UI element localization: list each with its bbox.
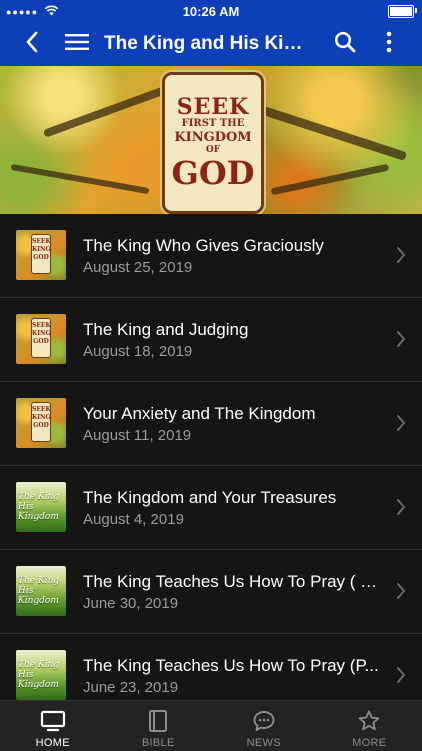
app-bar: The King and His Kingdo... bbox=[0, 22, 422, 66]
thumb-sign: SEEK KING GOD bbox=[31, 318, 51, 358]
item-title: The King Who Gives Graciously bbox=[83, 236, 383, 256]
tab-news[interactable]: NEWS bbox=[211, 701, 317, 751]
item-date: August 25, 2019 bbox=[83, 259, 383, 276]
book-icon bbox=[148, 709, 168, 733]
item-title: The Kingdom and Your Treasures bbox=[83, 488, 383, 508]
item-title: The King Teaches Us How To Pray (P... bbox=[83, 656, 383, 676]
sermon-thumbnail: The King His Kingdom bbox=[16, 566, 66, 616]
thumb-title: The King His Kingdom bbox=[18, 660, 64, 690]
item-date: June 23, 2019 bbox=[83, 679, 383, 696]
seek-first-sign: SEEK FIRST THE KINGDOM OF GOD bbox=[162, 72, 264, 214]
sermon-thumbnail: SEEK KING GOD bbox=[16, 230, 66, 280]
page-title: The King and His Kingdo... bbox=[104, 22, 314, 66]
sermon-thumbnail: The King His Kingdom bbox=[16, 482, 66, 532]
thumb-sign: SEEK KING GOD bbox=[31, 234, 51, 274]
tab-label: HOME bbox=[36, 737, 70, 749]
back-button[interactable] bbox=[14, 22, 50, 66]
list-item[interactable]: The King His Kingdom The King Teaches Us… bbox=[0, 550, 422, 634]
chevron-right-icon bbox=[396, 246, 406, 269]
item-date: August 4, 2019 bbox=[83, 511, 383, 528]
more-vertical-icon bbox=[386, 31, 392, 58]
tv-icon bbox=[40, 709, 66, 733]
item-date: June 30, 2019 bbox=[83, 595, 383, 612]
chevron-right-icon bbox=[396, 414, 406, 437]
tab-more[interactable]: MORE bbox=[317, 701, 422, 751]
tab-label: BIBLE bbox=[142, 737, 175, 749]
tab-label: NEWS bbox=[247, 737, 281, 749]
list-item[interactable]: The King His Kingdom The Kingdom and You… bbox=[0, 466, 422, 550]
hamburger-icon bbox=[65, 33, 89, 56]
list-item[interactable]: SEEK KING GOD Your Anxiety and The Kingd… bbox=[0, 382, 422, 466]
sign-line: KINGDOM bbox=[174, 130, 251, 145]
tree-branch bbox=[43, 82, 177, 137]
bottom-tab-bar: HOME BIBLE NEWS MORE bbox=[0, 700, 422, 751]
list-item[interactable]: The King His Kingdom The King Teaches Us… bbox=[0, 634, 422, 700]
menu-button[interactable] bbox=[60, 22, 94, 66]
list-item[interactable]: SEEK KING GOD The King and Judging Augus… bbox=[0, 298, 422, 382]
status-time: 10:26 AM bbox=[0, 4, 422, 19]
chevron-left-icon bbox=[25, 31, 39, 58]
chevron-right-icon bbox=[396, 498, 406, 521]
sermon-thumbnail: The King His Kingdom bbox=[16, 650, 66, 700]
thumb-sign: SEEK KING GOD bbox=[31, 402, 51, 442]
sign-line: SEEK bbox=[177, 96, 250, 118]
item-title: The King and Judging bbox=[83, 320, 383, 340]
chevron-right-icon bbox=[396, 666, 406, 689]
sign-line: GOD bbox=[172, 156, 255, 190]
tree-branch bbox=[11, 164, 150, 194]
item-title: The King Teaches Us How To Pray ( P... bbox=[83, 572, 383, 592]
item-date: August 11, 2019 bbox=[83, 427, 383, 444]
battery-icon bbox=[388, 5, 414, 18]
sign-line: FIRST THE bbox=[182, 118, 245, 130]
tree-branch bbox=[243, 100, 407, 161]
tree-branch bbox=[271, 164, 390, 196]
chat-bubble-icon bbox=[252, 709, 276, 733]
chevron-right-icon bbox=[396, 330, 406, 353]
sermon-list: SEEK KING GOD The King Who Gives Graciou… bbox=[0, 214, 422, 700]
thumb-title: The King His Kingdom bbox=[18, 576, 64, 606]
chevron-right-icon bbox=[396, 582, 406, 605]
series-banner: SEEK FIRST THE KINGDOM OF GOD bbox=[0, 66, 422, 214]
item-title: Your Anxiety and The Kingdom bbox=[83, 404, 383, 424]
tab-home[interactable]: HOME bbox=[0, 701, 106, 751]
star-icon bbox=[357, 709, 381, 733]
overflow-menu-button[interactable] bbox=[374, 22, 404, 66]
sermon-thumbnail: SEEK KING GOD bbox=[16, 398, 66, 448]
battery-tip bbox=[415, 8, 417, 13]
list-item[interactable]: SEEK KING GOD The King Who Gives Graciou… bbox=[0, 214, 422, 298]
thumb-title: The King His Kingdom bbox=[18, 492, 64, 522]
tab-bible[interactable]: BIBLE bbox=[106, 701, 212, 751]
search-icon bbox=[334, 31, 356, 58]
tab-label: MORE bbox=[352, 737, 386, 749]
item-date: August 18, 2019 bbox=[83, 343, 383, 360]
status-bar: ●●●●● 10:26 AM bbox=[0, 0, 422, 22]
sermon-thumbnail: SEEK KING GOD bbox=[16, 314, 66, 364]
search-button[interactable] bbox=[328, 22, 362, 66]
